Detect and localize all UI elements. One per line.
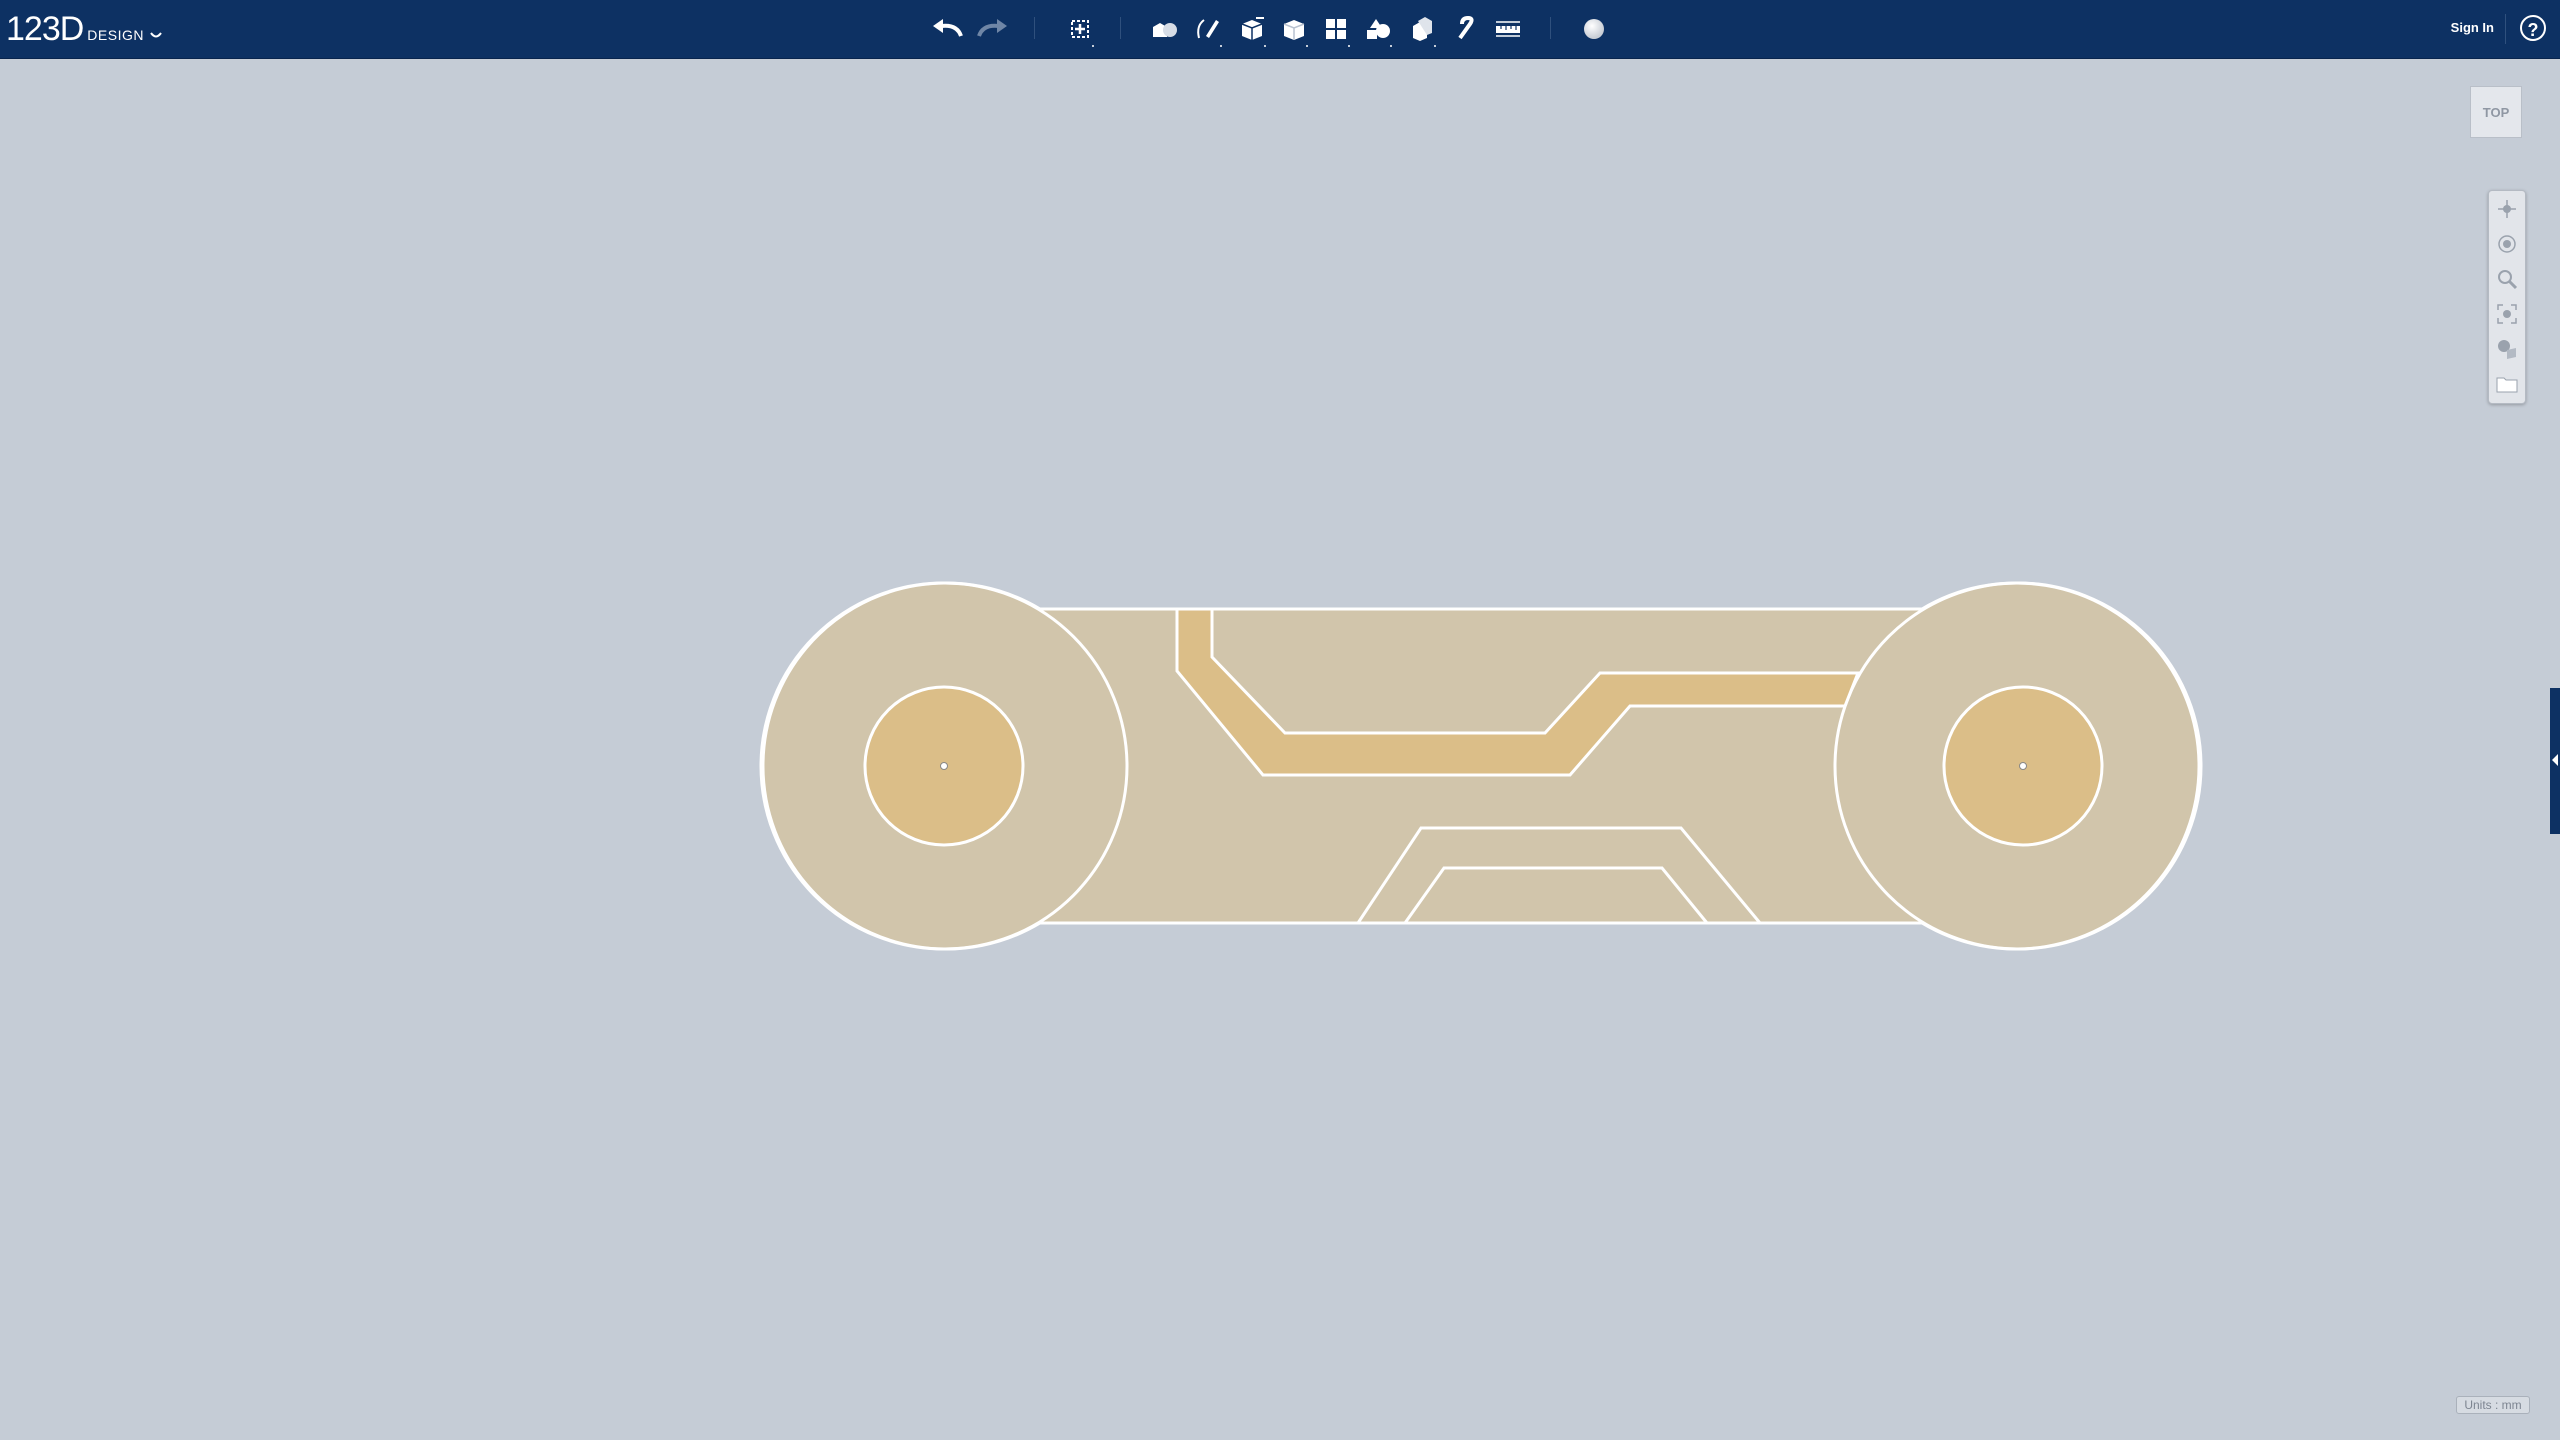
undo-arrow-icon xyxy=(933,19,963,37)
toolbar-divider xyxy=(1120,17,1121,39)
app-logo-menu[interactable]: 123D DESIGN xyxy=(6,6,162,52)
measure-ruler-icon xyxy=(1496,21,1520,37)
sketch-pencil-icon xyxy=(1197,19,1219,39)
primitives-button[interactable] xyxy=(1144,9,1184,49)
chevron-left-icon xyxy=(2552,754,2558,766)
pattern-button[interactable] xyxy=(1316,9,1356,49)
transform-button[interactable] xyxy=(1060,9,1100,49)
snap-button[interactable] xyxy=(1446,9,1486,49)
toolbar-divider xyxy=(1550,17,1551,39)
header-divider xyxy=(2505,14,2506,44)
toolbar-divider xyxy=(1034,17,1035,39)
pattern-grid-icon xyxy=(1326,19,1346,39)
sketch-button[interactable] xyxy=(1188,9,1228,49)
redo-arrow-icon xyxy=(977,19,1007,37)
zoom-icon xyxy=(2498,269,2518,289)
right-center-point xyxy=(2019,762,2027,770)
construct-box-icon xyxy=(1241,17,1264,40)
logo-main-text: 123D xyxy=(6,10,84,48)
units-indicator[interactable]: Units : mm xyxy=(2456,1396,2530,1414)
construct-button[interactable] xyxy=(1232,9,1272,49)
modify-cube-icon xyxy=(1283,20,1305,40)
combine-button[interactable] xyxy=(1402,9,1442,49)
orbit-button[interactable] xyxy=(2489,226,2525,261)
pcb-model[interactable] xyxy=(759,581,2203,951)
orbit-icon xyxy=(2498,234,2516,253)
viewcube-face-label: TOP xyxy=(2482,104,2510,120)
top-toolbar: 123D DESIGN Sign In ? xyxy=(0,0,2560,59)
materials-panel-button[interactable] xyxy=(2489,366,2525,401)
fit-view-icon xyxy=(2497,303,2517,324)
side-panel-toggle[interactable] xyxy=(2550,688,2560,834)
grouping-button[interactable] xyxy=(1358,9,1398,49)
snap-magnet-icon xyxy=(1458,16,1474,40)
primitive-shapes-icon xyxy=(1153,23,1177,37)
grouping-icon xyxy=(1367,19,1390,39)
fit-view-button[interactable] xyxy=(2489,296,2525,331)
chevron-down-icon xyxy=(150,27,162,43)
modify-button[interactable] xyxy=(1274,9,1314,49)
visual-style-icon xyxy=(2498,339,2516,359)
sign-in-link[interactable]: Sign In xyxy=(2451,20,2494,35)
material-button[interactable] xyxy=(1574,9,1614,49)
measure-button[interactable] xyxy=(1488,9,1528,49)
viewcube[interactable]: TOP xyxy=(2470,86,2522,138)
navigation-bar xyxy=(2488,190,2526,404)
visual-style-button[interactable] xyxy=(2489,331,2525,366)
materials-panel-icon xyxy=(2496,377,2518,392)
pan-button[interactable] xyxy=(2489,191,2525,226)
transform-move-icon xyxy=(1071,20,1089,38)
zoom-button[interactable] xyxy=(2489,261,2525,296)
combine-icon xyxy=(1413,17,1432,41)
pan-icon xyxy=(2498,199,2516,218)
material-sphere-icon xyxy=(1584,19,1604,39)
undo-button[interactable] xyxy=(928,9,968,49)
logo-sub-text: DESIGN xyxy=(87,27,144,43)
help-button[interactable]: ? xyxy=(2520,15,2546,41)
redo-button[interactable] xyxy=(972,9,1012,49)
viewport-canvas[interactable] xyxy=(0,59,2560,1440)
left-center-point xyxy=(940,762,948,770)
